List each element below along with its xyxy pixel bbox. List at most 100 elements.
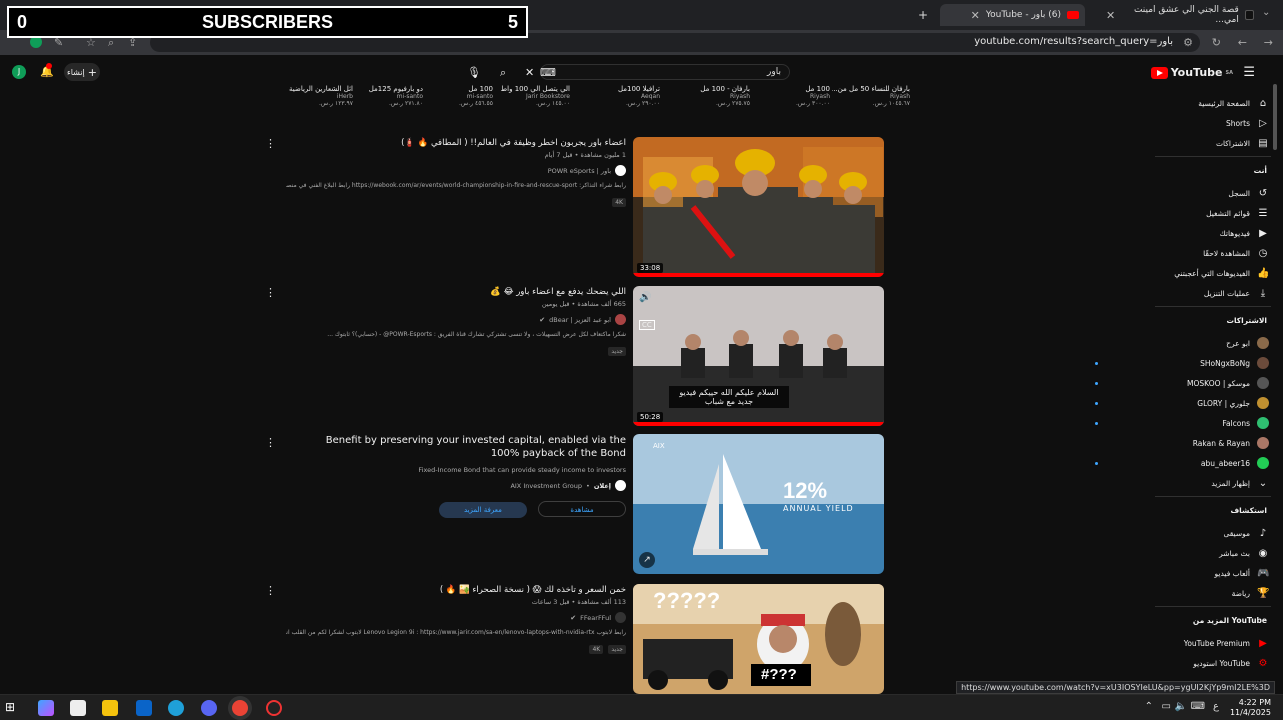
- video-title[interactable]: اعضاء باور يجربون اخطر وظيفة في العالم!!…: [286, 137, 626, 149]
- edge-icon[interactable]: [168, 700, 184, 716]
- channel-row[interactable]: ابو عبد العزيز | dBear ✔: [286, 314, 626, 325]
- more-options-icon[interactable]: ⋮: [265, 436, 276, 449]
- sidebar-item[interactable]: السجل ↺: [1157, 184, 1269, 202]
- sidebar-item[interactable]: قوائم التشغيل ☰: [1157, 204, 1269, 222]
- tray-chevron-icon[interactable]: ⌃: [1145, 701, 1153, 712]
- shopping-item[interactable]: بارفان للنساء 50 مل من... Riyash ١٠٤٥.٦٧ ر…: [832, 85, 910, 107]
- more-options-icon[interactable]: ⋮: [265, 584, 276, 597]
- new-tab-icon[interactable]: +: [918, 8, 928, 22]
- keyboard-icon[interactable]: ⌨: [1191, 701, 1205, 712]
- more-options-icon[interactable]: ⋮: [265, 137, 276, 150]
- captions-icon[interactable]: CC: [639, 320, 655, 330]
- sidebar-item[interactable]: YouTube Premium ▶: [1157, 634, 1269, 652]
- external-link-icon[interactable]: ↗: [639, 552, 655, 568]
- sidebar-item[interactable]: فيديوهاتك ▶: [1157, 224, 1269, 242]
- shopping-item[interactable]: الي يتصل الي 100 واط Jarir Bookstore ١٤٥.٠…: [492, 85, 570, 107]
- account-avatar[interactable]: J: [12, 65, 26, 79]
- sidebar-item[interactable]: Rakan & Rayan: [1157, 434, 1269, 452]
- learn-more-button[interactable]: معرفة المزيد: [438, 502, 527, 518]
- site-settings-icon[interactable]: ⚙: [1183, 36, 1193, 49]
- discord-icon[interactable]: [201, 700, 217, 716]
- video-thumbnail[interactable]: ????? #???: [633, 584, 884, 694]
- mute-icon[interactable]: 🔊: [639, 292, 651, 303]
- video-result[interactable]: 🔊 CC السلام عليكم الله حييكم فيديو جديد …: [265, 286, 890, 428]
- advertiser-row[interactable]: إعلان • AIX Investment Group: [296, 480, 626, 491]
- sidebar-item[interactable]: ابو عرح: [1157, 334, 1269, 352]
- sidebar-section-header[interactable]: استكشاف: [1230, 506, 1267, 515]
- search-keyboard-icon[interactable]: ⌨: [540, 66, 556, 79]
- sidebar-item[interactable]: المشاهدة لاحقًا ◷: [1157, 244, 1269, 262]
- outlook-icon[interactable]: [136, 700, 152, 716]
- channel-name[interactable]: FFearFFul: [580, 614, 611, 622]
- forward-icon[interactable]: ←: [1238, 36, 1247, 49]
- channel-avatar[interactable]: [615, 314, 626, 325]
- sidebar-item[interactable]: MOSKOO | موسكو: [1095, 374, 1269, 392]
- store-icon[interactable]: [70, 700, 86, 716]
- tab-tiktok[interactable]: قصة الجني الي عشق امينت امي... ✕: [1100, 4, 1260, 26]
- zoom-icon[interactable]: ⌕: [108, 36, 114, 50]
- sidebar-item[interactable]: الفيديوهات التي أعجبتني 👍: [1157, 264, 1269, 282]
- sidebar-item[interactable]: رياضة 🏆: [1157, 584, 1270, 602]
- sidebar-item[interactable]: Shorts ▷: [1157, 114, 1269, 132]
- obs-icon[interactable]: [266, 700, 282, 716]
- video-result[interactable]: ????? #??? خمن السعر و تاخذه لك 😱 ( نسخة…: [265, 584, 890, 694]
- sidebar-scrollbar[interactable]: [1273, 84, 1277, 150]
- shopping-item[interactable]: 100 مل mi-santo ٤٥٦.٥٥ ر.س.: [415, 85, 493, 107]
- sidebar-item[interactable]: الاشتراكات ▤: [1157, 134, 1269, 152]
- search-icon[interactable]: ⌕: [500, 66, 506, 80]
- shopping-item[interactable]: بارفان - 100 مل Riyash ٢٧٥.٧٥ ر.س.: [672, 85, 750, 107]
- video-title[interactable]: اللي يضحك يدفع مع اعضاء باور 😂 💰: [286, 286, 626, 298]
- chrome-icon[interactable]: [232, 700, 248, 716]
- sidebar-item[interactable]: ألعاب فيديو 🎮: [1157, 564, 1270, 582]
- video-result[interactable]: 33:08 اعضاء باور يجربون اخطر وظيفة في ال…: [265, 137, 890, 279]
- video-thumbnail[interactable]: 33:08: [633, 137, 884, 277]
- sidebar-item[interactable]: الصفحة الرئيسية ⌂: [1157, 94, 1269, 112]
- shopping-item[interactable]: ترافيلا 100مل Aeqan ٢٩٠.٠٠ ر.س.: [582, 85, 660, 107]
- channel-row[interactable]: FFearFFul ✔: [286, 612, 626, 623]
- create-button[interactable]: إنشاء +: [64, 63, 100, 81]
- sidebar-item[interactable]: عمليات التنزيل ⤓: [1157, 284, 1269, 302]
- sidebar-item[interactable]: GLORY | جلوري: [1095, 394, 1269, 412]
- copilot-icon[interactable]: [38, 700, 54, 716]
- video-title[interactable]: خمن السعر و تاخذه لك 😱 ( نسخة الصحراء 🏜️…: [286, 584, 626, 596]
- shopping-item[interactable]: اثل الشعارين الرياضية iHerb ١٢٣.٩٧ ر.س.: [275, 85, 353, 107]
- sidebar-section-header[interactable]: أنت: [1254, 166, 1267, 175]
- channel-avatar[interactable]: [615, 165, 626, 176]
- tab-youtube[interactable]: (6) باور - YouTube ✕: [940, 4, 1085, 26]
- close-tab-icon[interactable]: ✕: [971, 9, 980, 22]
- clear-search-icon[interactable]: ✕: [525, 66, 534, 79]
- sidebar-section-header[interactable]: الاشتراكات: [1226, 316, 1267, 325]
- menu-icon[interactable]: ☰: [1243, 65, 1255, 80]
- video-thumbnail[interactable]: 🔊 CC السلام عليكم الله حييكم فيديو جديد …: [633, 286, 884, 426]
- url-text[interactable]: youtube.com/results?search_query=باور: [974, 36, 1173, 47]
- network-icon[interactable]: ▭: [1162, 701, 1171, 712]
- back-icon[interactable]: →: [1264, 36, 1273, 49]
- clock[interactable]: 4:22 PM 11/4/2025: [1230, 698, 1271, 718]
- volume-icon[interactable]: 🔈: [1175, 701, 1187, 712]
- shopping-item[interactable]: 100 مل Riyash ٣٠٠.٠٠ ر.س.: [752, 85, 830, 107]
- reload-icon[interactable]: ↻: [1212, 36, 1221, 49]
- sidebar-item[interactable]: موسيقى ♪: [1157, 524, 1269, 542]
- show-more-button[interactable]: إظهار المزيد ⌄: [1157, 474, 1269, 492]
- channel-row[interactable]: باور | POWR eSports: [286, 165, 626, 176]
- search-input[interactable]: باور: [540, 64, 790, 80]
- ad-result[interactable]: AIX 12% ANNUAL YIELD ↗ Benefit by preser…: [265, 434, 890, 576]
- ad-thumbnail[interactable]: AIX 12% ANNUAL YIELD ↗: [633, 434, 884, 574]
- advertiser-avatar[interactable]: [615, 480, 626, 491]
- start-icon[interactable]: ⊞: [5, 700, 21, 716]
- youtube-logo[interactable]: YouTube SA: [1150, 66, 1233, 79]
- watch-button[interactable]: مشاهدة: [538, 501, 626, 517]
- sidebar-section-header[interactable]: المزيد من YouTube: [1193, 616, 1267, 625]
- tab-search-icon[interactable]: ⌄: [1262, 7, 1270, 18]
- sidebar-item[interactable]: استوديو YouTube ⚙: [1157, 654, 1269, 672]
- sidebar-item[interactable]: Falcons: [1095, 414, 1269, 432]
- more-options-icon[interactable]: ⋮: [265, 286, 276, 299]
- close-tab-icon[interactable]: ✕: [1106, 9, 1115, 22]
- channel-name[interactable]: باور | POWR eSports: [548, 167, 611, 175]
- shopping-item[interactable]: دو بارفيوم 125مل mi-santo ٢٧١.٨٠ ر.س.: [345, 85, 423, 107]
- ad-title[interactable]: Benefit by preserving your invested capi…: [296, 434, 626, 460]
- microphone-icon[interactable]: 🎙: [467, 66, 481, 79]
- sidebar-item[interactable]: abu_abeer16: [1095, 454, 1269, 472]
- channel-name[interactable]: ابو عبد العزيز | dBear: [549, 316, 611, 324]
- file-explorer-icon[interactable]: [102, 700, 118, 716]
